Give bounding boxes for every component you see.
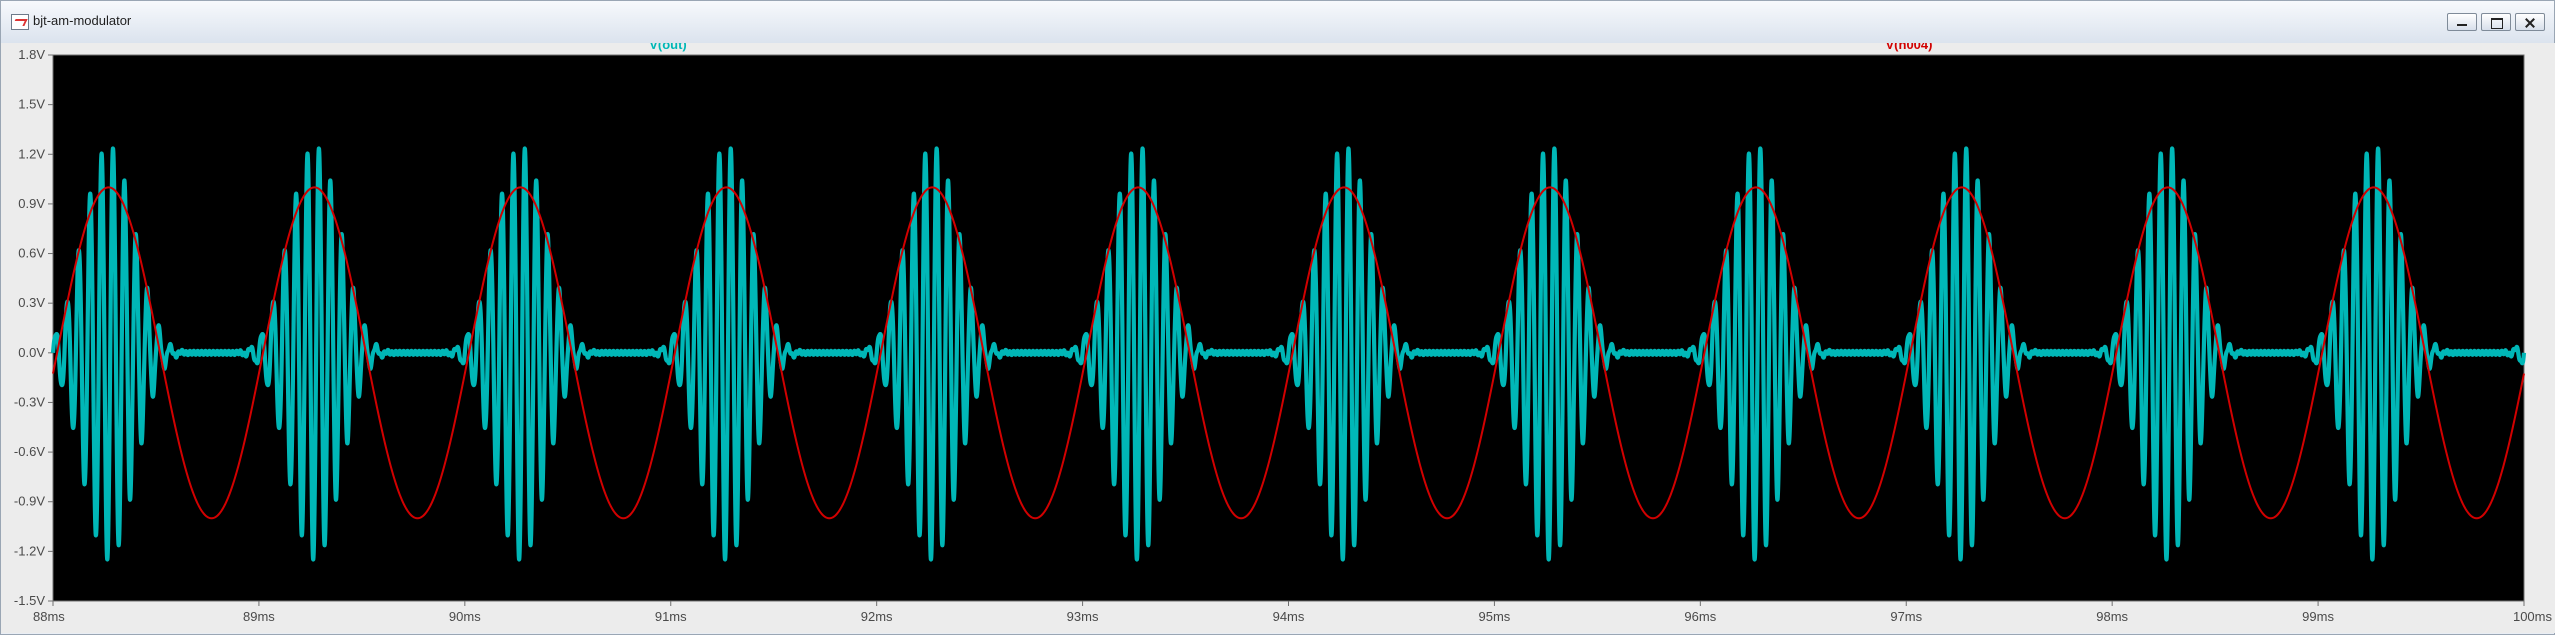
- y-tick-label: -0.3V: [14, 394, 45, 409]
- y-tick-label: -0.6V: [14, 444, 45, 459]
- x-tick-label: 88ms: [33, 609, 65, 624]
- y-tick-label: 0.0V: [18, 345, 45, 360]
- legend-vn004[interactable]: V(n004): [1886, 43, 1933, 52]
- x-tick-label: 89ms: [243, 609, 275, 624]
- y-tick-label: -0.9V: [14, 494, 45, 509]
- y-tick-label: -1.2V: [14, 543, 45, 558]
- window-title: bjt-am-modulator: [33, 13, 132, 28]
- y-tick-label: 1.5V: [18, 97, 45, 112]
- x-tick-label: 92ms: [861, 609, 893, 624]
- x-tick-label: 93ms: [1067, 609, 1099, 624]
- title-bar: bjt-am-modulator: [1, 1, 2554, 44]
- waveform-plot[interactable]: 1.8V 1.5V 1.2V 0.9V 0.6V 0.3V 0.0V -0.3V -0.6V -0…: [1, 43, 2555, 633]
- x-tick-label: 91ms: [655, 609, 687, 624]
- x-tick-label: 94ms: [1273, 609, 1305, 624]
- x-tick-label: 100ms: [2513, 609, 2553, 624]
- y-tick-label: 1.2V: [18, 146, 45, 161]
- x-tick-label: 97ms: [1890, 609, 1922, 624]
- y-tick-label: -1.5V: [14, 593, 45, 608]
- waveform-window: bjt-am-modulator 1.8V 1.5V 1.2V 0.9V 0.6V 0.3…: [0, 0, 2555, 635]
- y-tick-label: 1.8V: [18, 47, 45, 62]
- y-tick-label: 0.9V: [18, 196, 45, 211]
- close-button[interactable]: [2515, 13, 2545, 31]
- minimize-button[interactable]: [2447, 13, 2477, 31]
- waveform-app-icon: [11, 14, 29, 30]
- legend-vout[interactable]: V(out): [649, 43, 687, 52]
- y-tick-label: 0.3V: [18, 295, 45, 310]
- x-tick-label: 99ms: [2302, 609, 2334, 624]
- x-tick-label: 90ms: [449, 609, 481, 624]
- x-tick-label: 98ms: [2096, 609, 2128, 624]
- x-tick-label: 95ms: [1479, 609, 1511, 624]
- x-tick-label: 96ms: [1684, 609, 1716, 624]
- maximize-button[interactable]: [2481, 13, 2511, 31]
- y-tick-label: 0.6V: [18, 246, 45, 261]
